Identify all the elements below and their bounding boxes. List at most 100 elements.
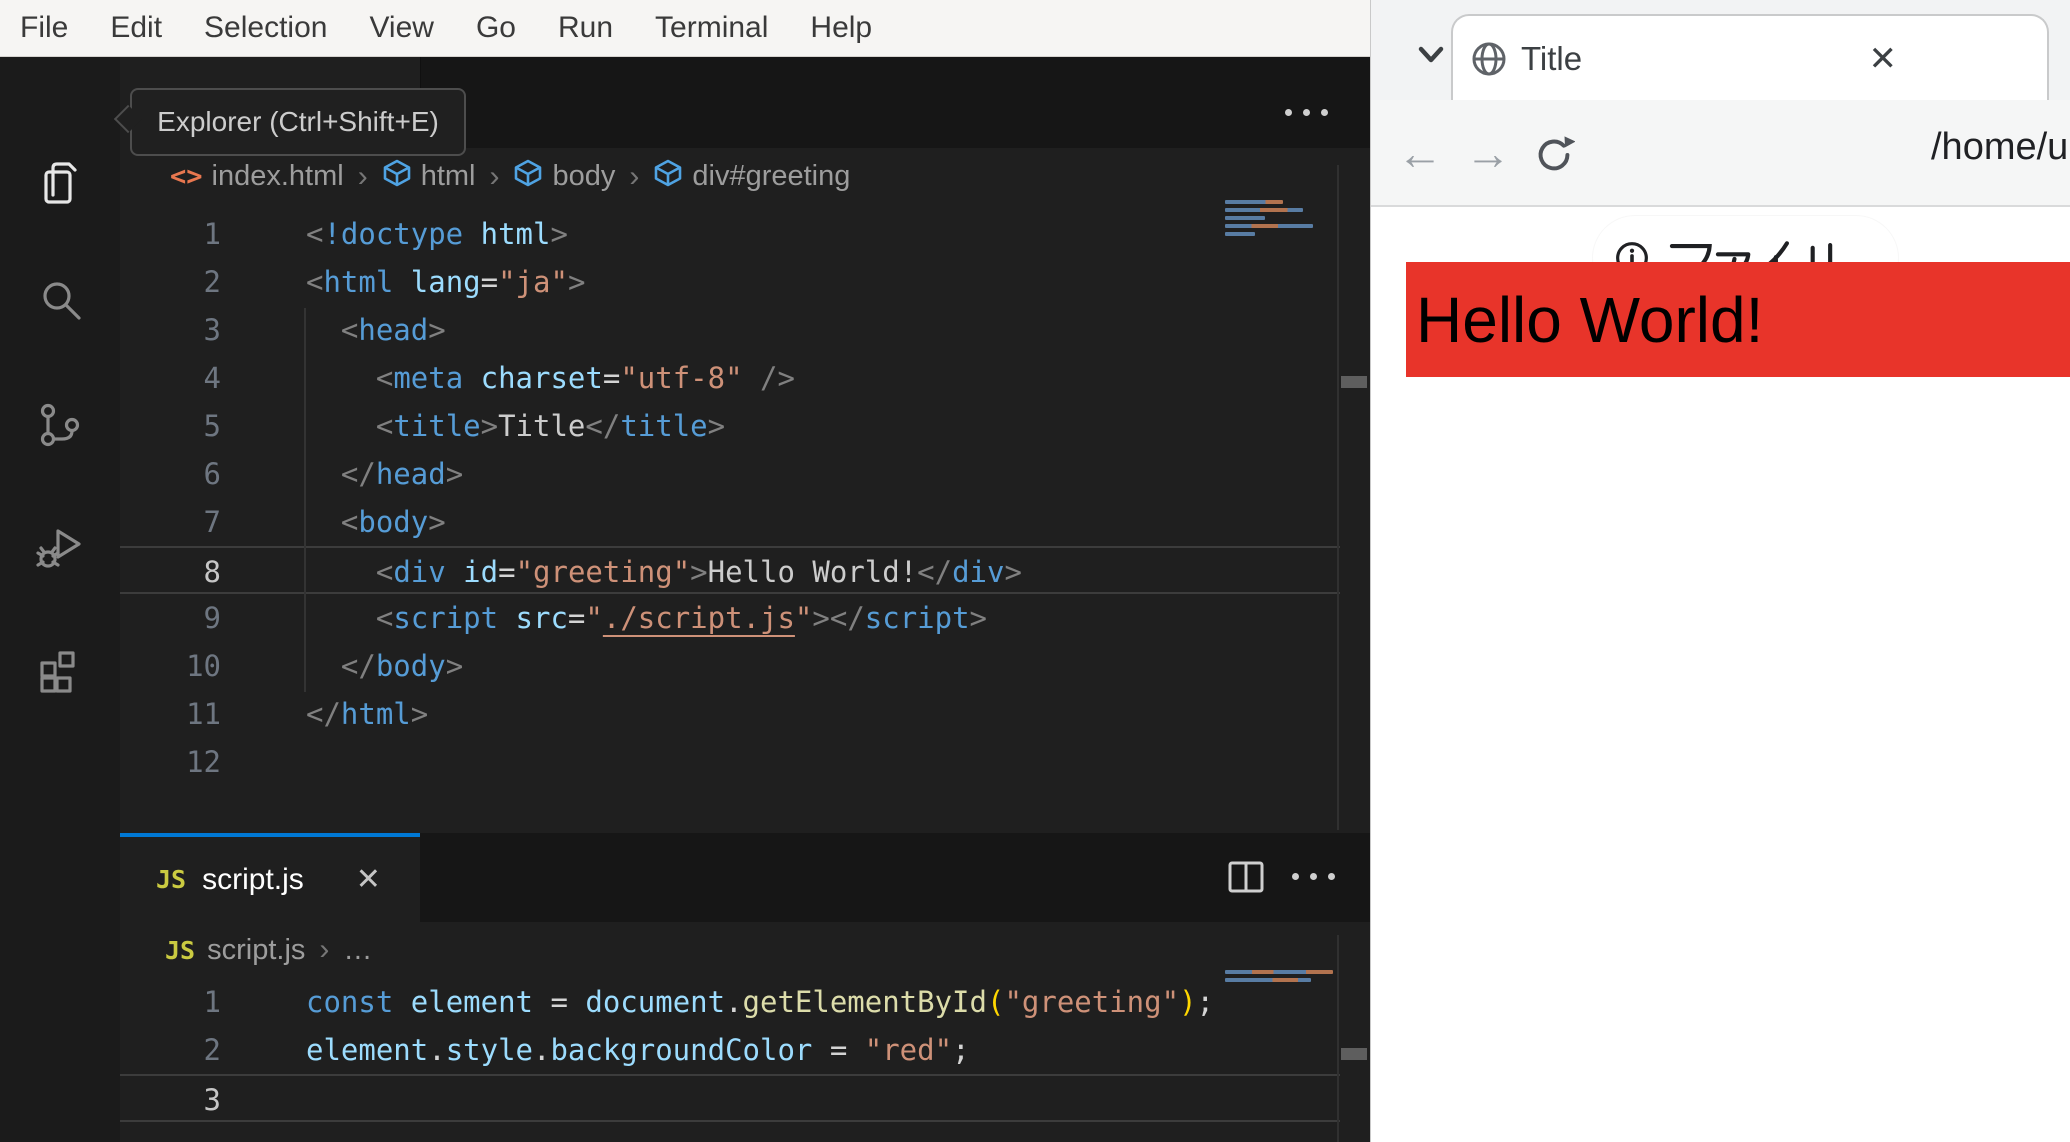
symbol-cube-icon — [653, 158, 683, 196]
browser-tab-strip: Title ✕ — [1371, 0, 2070, 102]
screen: File Edit Selection View Go Run Terminal Help <… — [0, 0, 2070, 1142]
minimap-divider — [1337, 165, 1339, 830]
menu-item-selection[interactable]: Selection — [183, 11, 348, 45]
explorer-tooltip: Explorer (Ctrl+Shift+E) — [130, 88, 466, 156]
breadcrumb-item[interactable]: body — [513, 158, 615, 196]
search-icon[interactable] — [32, 273, 88, 329]
code-text: </html> — [306, 697, 429, 731]
code-line[interactable]: 6 </head> — [120, 450, 1340, 498]
panel-minimap[interactable] — [1225, 970, 1337, 986]
code-line[interactable]: 1 <!doctype html> — [120, 210, 1340, 258]
menu-item-file[interactable]: File — [20, 11, 89, 45]
js-file-icon: JS — [165, 935, 196, 965]
forward-icon[interactable]: → — [1465, 130, 1511, 176]
line-number: 6 — [203, 457, 221, 491]
minimap[interactable] — [1225, 200, 1317, 240]
breadcrumb-item[interactable]: html — [382, 158, 475, 196]
tooltip-text: Explorer (Ctrl+Shift+E) — [157, 106, 439, 137]
back-icon[interactable]: ← — [1397, 130, 1443, 176]
indent-guide — [304, 308, 306, 692]
source-control-icon[interactable] — [32, 397, 88, 453]
line-number: 3 — [203, 1083, 221, 1117]
editor-more-actions-icon[interactable] — [1285, 109, 1328, 116]
menu-item-edit[interactable]: Edit — [89, 11, 183, 45]
panel-breadcrumb[interactable]: JS script.js › … — [165, 922, 372, 978]
code-line[interactable]: 10 </body> — [120, 642, 1340, 690]
code-line[interactable]: 8 <div id="greeting">Hello World!</div> — [120, 546, 1340, 594]
chevron-right-icon: › — [357, 159, 368, 193]
code-line[interactable]: 5 <title>Title</title> — [120, 402, 1340, 450]
explorer-icon[interactable] — [32, 155, 88, 211]
menu-item-go[interactable]: Go — [455, 11, 537, 45]
editor-script-js[interactable]: 1 const element = document.getElementById… — [120, 978, 1340, 1122]
run-debug-icon[interactable] — [32, 521, 88, 577]
code-line[interactable]: 9 <script src="./script.js"></script> — [120, 594, 1340, 642]
line-number: 2 — [203, 265, 221, 299]
code-line[interactable]: 2 element.style.backgroundColor = "red"; — [120, 1026, 1340, 1074]
chevron-right-icon: › — [489, 159, 500, 193]
line-number: 4 — [203, 361, 221, 395]
code-text: <html lang="ja"> — [306, 265, 586, 299]
code-text: <div id="greeting">Hello World!</div> — [375, 555, 1022, 589]
code-line[interactable]: 7 <body> — [120, 498, 1340, 546]
panel-more-actions-icon[interactable] — [1292, 873, 1335, 880]
page-heading: Hello World! — [1416, 283, 1764, 356]
line-number: 10 — [186, 649, 221, 683]
menu-item-run[interactable]: Run — [537, 11, 634, 45]
code-line[interactable]: 3 — [120, 1074, 1340, 1122]
tab-script-js[interactable]: JS script.js ✕ — [120, 833, 420, 922]
menu-item-view[interactable]: View — [348, 11, 454, 45]
line-number: 3 — [203, 313, 221, 347]
menu-item-help[interactable]: Help — [789, 11, 893, 45]
panel-scrollbar-thumb[interactable] — [1341, 1048, 1367, 1060]
code-text: <script src="./script.js"></script> — [375, 601, 988, 635]
tab-close-icon[interactable]: ✕ — [356, 862, 381, 897]
code-text: </body> — [340, 649, 464, 683]
split-editor-icon[interactable] — [1228, 861, 1264, 898]
panel-minimap-divider — [1337, 935, 1339, 1142]
panel-tab-bar: JS script.js ✕ — [120, 833, 1370, 922]
reload-icon[interactable] — [1533, 134, 1575, 176]
breadcrumb-symbol-more[interactable]: … — [343, 934, 372, 967]
html-file-icon: <> — [170, 161, 203, 192]
code-line[interactable]: 11 </html> — [120, 690, 1340, 738]
editor-index-html[interactable]: 1 <!doctype html> 2 <html lang="ja"> 3 <head… — [120, 210, 1340, 786]
breadcrumb-item[interactable]: div#greeting — [653, 158, 850, 196]
menu-item-terminal[interactable]: Terminal — [634, 11, 789, 45]
code-line[interactable]: 2 <html lang="ja"> — [120, 258, 1340, 306]
breadcrumb-item[interactable]: <> index.html — [170, 160, 344, 193]
line-number: 5 — [203, 409, 221, 443]
chevron-right-icon: › — [319, 933, 330, 966]
vscode-menu-bar: File Edit Selection View Go Run Terminal Help — [0, 0, 1370, 57]
globe-icon — [1472, 42, 1506, 76]
code-text: <body> — [340, 505, 446, 539]
line-number: 9 — [203, 601, 221, 635]
code-text: element.style.backgroundColor = "red"; — [306, 1033, 970, 1067]
code-line[interactable]: 12 — [120, 738, 1340, 786]
tab-close-icon[interactable]: ✕ — [1869, 39, 1898, 79]
address-url[interactable]: /home/u — [1931, 126, 2068, 169]
tab-search-chevron-icon[interactable] — [1413, 40, 1449, 68]
line-number: 2 — [203, 1033, 221, 1067]
js-file-icon: JS — [156, 865, 187, 894]
browser-tab[interactable]: Title ✕ — [1451, 14, 2049, 102]
breadcrumb[interactable]: <> index.html › html › body › div#greeting — [170, 148, 850, 205]
code-text: <head> — [340, 313, 446, 347]
code-text: <meta charset="utf-8" /> — [375, 361, 795, 395]
line-number: 12 — [186, 745, 221, 779]
code-text: <!doctype html> — [306, 217, 568, 251]
line-number: 8 — [203, 555, 221, 589]
tab-label: script.js — [202, 862, 304, 896]
editor-scrollbar-thumb[interactable] — [1341, 376, 1367, 388]
extensions-icon[interactable] — [32, 641, 88, 697]
breadcrumb-file[interactable]: script.js — [207, 934, 305, 967]
code-line[interactable]: 1 const element = document.getElementById… — [120, 978, 1340, 1026]
code-line[interactable]: 4 <meta charset="utf-8" /> — [120, 354, 1340, 402]
code-text: </head> — [340, 457, 464, 491]
line-number: 1 — [203, 217, 221, 251]
code-line[interactable]: 3 <head> — [120, 306, 1340, 354]
line-number: 7 — [203, 505, 221, 539]
greeting-div: Hello World! — [1406, 262, 2070, 377]
activity-bar — [0, 57, 120, 1142]
line-number: 11 — [186, 697, 221, 731]
